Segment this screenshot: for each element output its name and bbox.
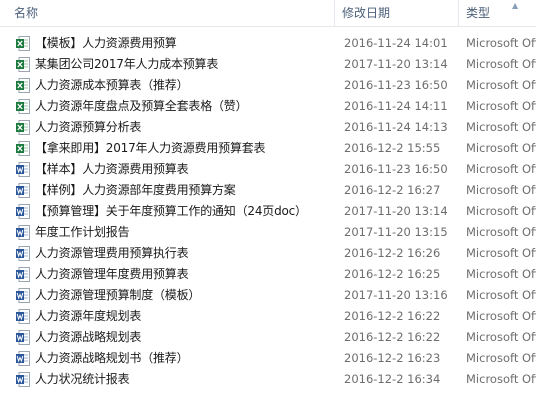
file-modified-date: 2016-12-2 15:55 [344, 141, 441, 155]
word-file-icon [16, 246, 30, 261]
file-type: Microsoft Office Word [466, 351, 536, 365]
word-file-icon [16, 267, 30, 282]
file-row[interactable]: 人力资源年度规划表 2016-12-2 16:22 Microsoft Office… [0, 306, 536, 327]
word-file-icon [16, 309, 30, 324]
file-name: 人力资源管理年度费用预算表 [35, 267, 189, 281]
file-row[interactable]: 人力资源年度盘点及预算全套表格（赞） 2016-11-24 14:11 Micros… [0, 96, 536, 117]
file-name: 人力资源年度盘点及预算全套表格（赞） [35, 99, 248, 113]
file-name: 人力资源管理费用预算执行表 [35, 246, 189, 260]
excel-file-icon [16, 99, 30, 114]
file-modified-date: 2016-11-23 16:50 [344, 162, 448, 176]
file-type: Microsoft Office Word [466, 372, 536, 386]
file-name: 人力资源成本预算表（推荐） [35, 78, 189, 92]
file-row[interactable]: 【预算管理】关于年度预算工作的通知（24页doc） 2017-11-20 13:1… [0, 201, 536, 222]
file-type: Microsoft Office Excel [466, 120, 536, 134]
file-name: 【模板】人力资源费用预算 [35, 36, 177, 50]
file-type: Microsoft Office Excel [466, 36, 536, 50]
file-name: 【样例】人力资源部年度费用预算方案 [35, 183, 236, 197]
file-name: 人力资源战略规划书（推荐） [35, 351, 189, 365]
file-type: Microsoft Office Word [466, 330, 536, 344]
file-type: Microsoft Office Word [466, 204, 536, 218]
file-modified-date: 2017-11-20 13:15 [344, 225, 448, 239]
word-file-icon [16, 204, 30, 219]
file-name: 人力状况统计报表 [35, 372, 130, 386]
column-header-date[interactable]: 修改日期 [342, 0, 454, 26]
word-file-icon [16, 183, 30, 198]
file-row[interactable]: 【模板】人力资源费用预算 2016-11-24 14:01 Microsoft Of… [0, 33, 536, 54]
file-modified-date: 2016-12-2 16:34 [344, 372, 441, 386]
excel-file-icon [16, 78, 30, 93]
file-type: Microsoft Office Word [466, 183, 536, 197]
file-row[interactable]: 【样例】人力资源部年度费用预算方案 2016-12-2 16:27 Microsof… [0, 180, 536, 201]
word-file-icon [16, 162, 30, 177]
file-row[interactable]: 人力资源管理年度费用预算表 2016-12-2 16:25 Microsoft Of… [0, 264, 536, 285]
file-modified-date: 2016-11-24 14:13 [344, 120, 448, 134]
file-name: 人力资源管理预算制度（模板） [35, 288, 201, 302]
file-name: 某集团公司2017年人力成本预算表 [35, 57, 219, 71]
file-type: Microsoft Office Excel [466, 99, 536, 113]
file-modified-date: 2016-11-23 16:50 [344, 78, 448, 92]
file-modified-date: 2016-12-2 16:25 [344, 267, 441, 281]
file-name: 人力资源预算分析表 [35, 120, 142, 134]
word-file-icon [16, 330, 30, 345]
file-modified-date: 2017-11-20 13:14 [344, 204, 448, 218]
file-row[interactable]: 人力资源预算分析表 2016-11-24 14:13 Microsoft Offic… [0, 117, 536, 138]
file-name: 【拿来即用】2017年人力资源费用预算套表 [35, 141, 266, 155]
file-modified-date: 2016-12-2 16:23 [344, 351, 441, 365]
file-modified-date: 2016-12-2 16:26 [344, 246, 441, 260]
file-row[interactable]: 人力资源战略规划表 2016-12-2 16:22 Microsoft Office… [0, 327, 536, 348]
column-divider[interactable] [334, 0, 335, 26]
file-name: 人力资源战略规划表 [35, 330, 142, 344]
file-row[interactable]: 【样本】人力资源费用预算表 2016-11-23 16:50 Microsoft O… [0, 159, 536, 180]
file-row[interactable]: 年度工作计划报告 2017-11-20 13:15 Microsoft Office… [0, 222, 536, 243]
file-name: 人力资源年度规划表 [35, 309, 142, 323]
file-type: Microsoft Office Word [466, 162, 536, 176]
file-row[interactable]: 人力状况统计报表 2016-12-2 16:34 Microsoft Office … [0, 369, 536, 390]
column-header-bar: 名称 修改日期 类型 ▲ [0, 0, 536, 27]
file-type: Microsoft Office Word [466, 267, 536, 281]
file-type: Microsoft Office Word [466, 309, 536, 323]
file-modified-date: 2016-12-2 16:22 [344, 330, 441, 344]
file-name: 年度工作计划报告 [35, 225, 130, 239]
file-type: Microsoft Office Excel [466, 141, 536, 155]
file-type: Microsoft Office Word [466, 288, 536, 302]
file-modified-date: 2016-12-2 16:22 [344, 309, 441, 323]
file-modified-date: 2017-11-20 13:16 [344, 288, 448, 302]
file-row[interactable]: 某集团公司2017年人力成本预算表 2017-11-20 13:14 Microso… [0, 54, 536, 75]
excel-file-icon [16, 36, 30, 51]
file-name: 【样本】人力资源费用预算表 [35, 162, 189, 176]
file-row[interactable]: 人力资源成本预算表（推荐） 2016-11-23 16:50 Microsoft O… [0, 75, 536, 96]
column-header-name[interactable]: 名称 [14, 0, 330, 26]
file-modified-date: 2016-11-24 14:11 [344, 99, 448, 113]
sort-chevron-up-icon: ▲ [512, 1, 519, 10]
file-modified-date: 2016-11-24 14:01 [344, 36, 448, 50]
file-modified-date: 2016-12-2 16:27 [344, 183, 441, 197]
file-type: Microsoft Office Word [466, 225, 536, 239]
file-row[interactable]: 人力资源管理费用预算执行表 2016-12-2 16:26 Microsoft Of… [0, 243, 536, 264]
excel-file-icon [16, 141, 30, 156]
file-modified-date: 2017-11-20 13:14 [344, 57, 448, 71]
word-file-icon [16, 372, 30, 387]
excel-file-icon [16, 57, 30, 72]
file-type: Microsoft Office Excel [466, 78, 536, 92]
file-type: Microsoft Office Excel [466, 57, 536, 71]
file-type: Microsoft Office Word [466, 246, 536, 260]
column-divider[interactable] [458, 0, 459, 26]
file-list: 【模板】人力资源费用预算 2016-11-24 14:01 Microsoft Of… [0, 33, 536, 390]
word-file-icon [16, 351, 30, 366]
file-name: 【预算管理】关于年度预算工作的通知（24页doc） [35, 204, 307, 218]
word-file-icon [16, 288, 30, 303]
word-file-icon [16, 225, 30, 240]
file-row[interactable]: 【拿来即用】2017年人力资源费用预算套表 2016-12-2 15:55 Micr… [0, 138, 536, 159]
file-row[interactable]: 人力资源管理预算制度（模板） 2017-11-20 13:16 Microsoft … [0, 285, 536, 306]
excel-file-icon [16, 120, 30, 135]
file-row[interactable]: 人力资源战略规划书（推荐） 2016-12-2 16:23 Microsoft Of… [0, 348, 536, 369]
